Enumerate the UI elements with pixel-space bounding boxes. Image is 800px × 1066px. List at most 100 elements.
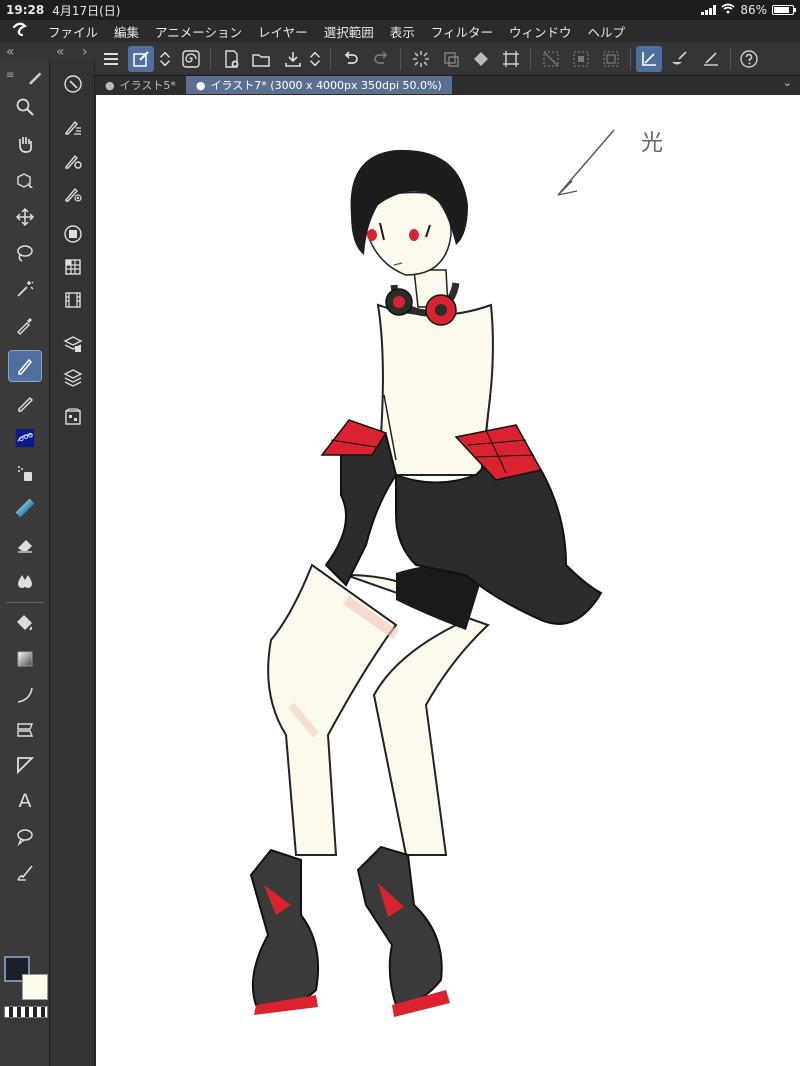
- fill-bucket-tool-icon[interactable]: [9, 608, 41, 638]
- command-bar: « « ›: [0, 42, 800, 76]
- stepper-icon[interactable]: [156, 46, 174, 72]
- document-tabs: ● イラスト5* ● イラスト7* (3000 x 4000px 350dpi …: [95, 76, 800, 94]
- menu-window[interactable]: ウィンドウ: [501, 22, 580, 41]
- wifi-icon: [721, 3, 735, 17]
- object-select-tool-icon[interactable]: [9, 166, 41, 196]
- redo-icon[interactable]: [368, 46, 394, 72]
- brush-snap-icon[interactable]: [666, 46, 692, 72]
- layers-icon[interactable]: [58, 363, 88, 391]
- menu-file[interactable]: ファイル: [40, 22, 106, 41]
- open-folder-icon[interactable]: [248, 46, 274, 72]
- perspective-ruler-icon[interactable]: [698, 46, 724, 72]
- eraser-tool-icon[interactable]: [9, 530, 41, 560]
- undo-icon[interactable]: [338, 46, 364, 72]
- illustration: [249, 129, 615, 1017]
- separator: [730, 48, 731, 70]
- sub-tool-detail-icon[interactable]: [58, 70, 88, 98]
- select-all-icon[interactable]: [598, 46, 624, 72]
- text-tool-icon[interactable]: A: [9, 786, 41, 816]
- panel-pen-icon[interactable]: [26, 68, 44, 90]
- separator: [330, 48, 331, 70]
- edit-mode-icon[interactable]: [128, 46, 154, 72]
- pencil-tool-icon[interactable]: [9, 388, 41, 418]
- magic-wand-tool-icon[interactable]: [9, 274, 41, 304]
- move-tool-icon[interactable]: [9, 202, 41, 232]
- gradient-brush-tool-icon[interactable]: [9, 493, 41, 523]
- collapse-sub-icon[interactable]: «: [56, 44, 65, 60]
- balloon-tool-icon[interactable]: [9, 822, 41, 852]
- sub-tool-panel: [50, 60, 95, 1066]
- tab-illust7[interactable]: ● イラスト7* (3000 x 4000px 350dpi 50.0%): [185, 76, 452, 94]
- loading-icon[interactable]: [408, 46, 434, 72]
- collapse-left-icon[interactable]: «: [6, 44, 15, 60]
- ruler-snap-icon[interactable]: [636, 46, 662, 72]
- airbrush-tool-icon[interactable]: [9, 458, 41, 488]
- menu-layer[interactable]: レイヤー: [250, 22, 316, 41]
- menu-help[interactable]: ヘルプ: [580, 22, 634, 41]
- status-bar: 19:28 4月17日(日) 86%: [0, 0, 800, 20]
- chevron-down-icon[interactable]: ⌄: [775, 76, 800, 94]
- deselect-icon[interactable]: [538, 46, 564, 72]
- status-date: 4月17日(日): [52, 3, 121, 18]
- tab-label: イラスト5*: [119, 79, 176, 92]
- separator: [210, 48, 211, 70]
- material-icon[interactable]: [58, 403, 88, 431]
- color-wheel-icon[interactable]: [58, 220, 88, 248]
- pen-tool-icon[interactable]: [8, 350, 42, 382]
- frame-border-tool-icon[interactable]: [9, 715, 41, 745]
- animation-timeline-icon[interactable]: [58, 286, 88, 314]
- tab-dot-icon: ●: [195, 78, 206, 92]
- panel-menu-icon[interactable]: ≡: [6, 70, 14, 81]
- crop-icon[interactable]: [498, 46, 524, 72]
- spiral-icon[interactable]: [178, 46, 204, 72]
- expand-sub-icon[interactable]: ›: [82, 44, 88, 60]
- menu-view[interactable]: 表示: [382, 22, 423, 41]
- boots: [249, 845, 450, 1017]
- pen-settings-icon[interactable]: [58, 147, 88, 175]
- lasso-tool-icon[interactable]: [9, 238, 41, 268]
- fill-icon[interactable]: [468, 46, 494, 72]
- color-set-icon[interactable]: [58, 253, 88, 281]
- correct-line-tool-icon[interactable]: [9, 858, 41, 888]
- pen-stabilize-icon[interactable]: [58, 180, 88, 208]
- head: [350, 149, 468, 308]
- menu-animation[interactable]: アニメーション: [147, 22, 250, 41]
- signal-icon: [701, 5, 717, 15]
- zoom-tool-icon[interactable]: [9, 92, 41, 122]
- app-logo-icon[interactable]: [0, 21, 40, 41]
- ruler-tool-icon[interactable]: [9, 750, 41, 780]
- arrow-sketch: [557, 129, 615, 196]
- menu-bar: ファイル 編集 アニメーション レイヤー 選択範囲 表示 フィルター ウィンドウ…: [0, 20, 800, 42]
- hand-tool-icon[interactable]: [9, 129, 41, 159]
- menu-selection[interactable]: 選択範囲: [316, 22, 382, 41]
- drawing-canvas[interactable]: 光: [96, 95, 800, 1066]
- gradient-tool-icon[interactable]: [9, 644, 41, 674]
- separator: [400, 48, 401, 70]
- figure-tool-icon[interactable]: [9, 680, 41, 710]
- save-icon[interactable]: [280, 46, 306, 72]
- transform-icon[interactable]: [438, 46, 464, 72]
- layer-property-icon[interactable]: [58, 330, 88, 358]
- battery-icon: [772, 5, 796, 15]
- help-icon[interactable]: [736, 46, 762, 72]
- sub-color-swatch[interactable]: [22, 974, 48, 1000]
- transparent-color-swatch[interactable]: [4, 1006, 48, 1018]
- status-time: 19:28: [6, 3, 45, 17]
- tool-panel: ≡ A: [0, 60, 50, 1066]
- separator: [630, 48, 631, 70]
- eyedropper-tool-icon[interactable]: [9, 310, 41, 340]
- tab-illust5[interactable]: ● イラスト5*: [95, 76, 186, 94]
- new-file-icon[interactable]: [218, 46, 244, 72]
- stepper-icon-2[interactable]: [306, 46, 324, 72]
- battery-percent: 86%: [740, 3, 767, 17]
- menu-edit[interactable]: 編集: [106, 22, 147, 41]
- invert-selection-icon[interactable]: [568, 46, 594, 72]
- divider: [6, 602, 44, 603]
- decoration-tool-icon[interactable]: [9, 423, 41, 453]
- tab-label: イラスト7* (3000 x 4000px 350dpi 50.0%): [210, 79, 442, 92]
- hamburger-menu-icon[interactable]: [98, 46, 124, 72]
- menu-filter[interactable]: フィルター: [423, 22, 501, 41]
- pen-list-icon[interactable]: [58, 113, 88, 141]
- blend-tool-icon[interactable]: [9, 566, 41, 596]
- tab-dot-icon: ●: [105, 78, 115, 92]
